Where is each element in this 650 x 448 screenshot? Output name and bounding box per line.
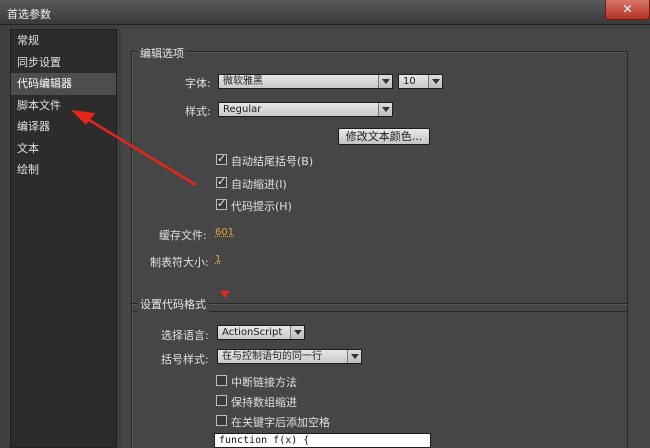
space-after-keyword-label: 在关键字后添加空格 — [231, 416, 330, 429]
style-dropdown[interactable]: Regular — [218, 102, 393, 117]
style-label: 样式: — [185, 105, 211, 118]
style-value: Regular — [223, 104, 262, 115]
tab-size-label: 制表符大小: — [150, 256, 209, 269]
format-code-group — [131, 303, 628, 448]
red-marker-icon — [220, 291, 230, 298]
sidebar-item-general[interactable]: 常规 — [11, 30, 116, 52]
auto-close-brackets-label: 自动结尾括号(B) — [231, 155, 314, 168]
font-label: 字体: — [185, 77, 211, 90]
sidebar-item-text[interactable]: 文本 — [11, 138, 116, 160]
cache-files-label: 缓存文件: — [159, 229, 207, 242]
window-title: 首选参数 — [7, 8, 51, 21]
category-list: 常规 同步设置 代码编辑器 脚本文件 编译器 文本 绘制 — [10, 29, 117, 448]
font-size-value: 10 — [403, 76, 416, 87]
sidebar-item-drawing[interactable]: 绘制 — [11, 159, 116, 181]
bracket-style-label: 括号样式: — [161, 353, 209, 366]
preview-text: function f(x) { — [219, 435, 310, 446]
font-dropdown[interactable]: 微软雅黑 — [218, 74, 393, 89]
font-size-dropdown[interactable]: 10 — [398, 74, 443, 89]
language-value: ActionScript — [222, 327, 283, 338]
sidebar-item-compiler[interactable]: 编译器 — [11, 116, 116, 138]
cache-files-value[interactable]: 601 — [215, 227, 234, 238]
bracket-style-dropdown[interactable]: 在与控制语句的同一行 — [217, 349, 362, 364]
font-value: 微软雅黑 — [223, 76, 263, 87]
close-icon: ✕ — [622, 2, 633, 16]
chevron-down-icon — [378, 75, 392, 88]
auto-indent-checkbox[interactable] — [216, 175, 227, 188]
sidebar-item-script-files[interactable]: 脚本文件 — [11, 95, 116, 117]
auto-indent-label: 自动缩进(I) — [231, 178, 287, 191]
format-code-title: 设置代码格式 — [137, 296, 209, 312]
modify-text-color-button[interactable]: 修改文本颜色... — [338, 128, 430, 145]
language-label: 选择语言: — [161, 329, 209, 342]
chevron-down-icon — [347, 350, 361, 363]
space-after-keyword-checkbox[interactable] — [216, 415, 227, 426]
title-bar: 首选参数 ✕ — [0, 0, 650, 25]
edit-options-title: 编辑选项 — [137, 45, 187, 61]
code-format-preview[interactable]: function f(x) { — [214, 433, 431, 448]
auto-close-brackets-checkbox[interactable] — [216, 152, 227, 165]
chevron-down-icon — [290, 326, 304, 339]
settings-panel: 编辑选项 字体: 微软雅黑 10 样式: Regular 修改文本颜色... 自… — [121, 29, 650, 448]
code-hints-label: 代码提示(H) — [231, 200, 292, 213]
preserve-array-indent-checkbox[interactable] — [216, 395, 227, 406]
sidebar-item-sync-settings[interactable]: 同步设置 — [11, 52, 116, 74]
code-hints-checkbox[interactable] — [216, 197, 227, 210]
break-chained-methods-checkbox[interactable] — [216, 375, 227, 386]
language-dropdown[interactable]: ActionScript — [217, 325, 305, 340]
close-button[interactable]: ✕ — [605, 0, 650, 20]
preserve-array-indent-label: 保持数组缩进 — [231, 396, 297, 409]
chevron-down-icon — [428, 75, 442, 88]
chevron-down-icon — [378, 103, 392, 116]
break-chained-methods-label: 中断链接方法 — [231, 376, 297, 389]
bracket-style-value: 在与控制语句的同一行 — [222, 351, 322, 362]
tab-size-value[interactable]: 1 — [215, 254, 221, 265]
sidebar-item-code-editor[interactable]: 代码编辑器 — [11, 73, 116, 95]
